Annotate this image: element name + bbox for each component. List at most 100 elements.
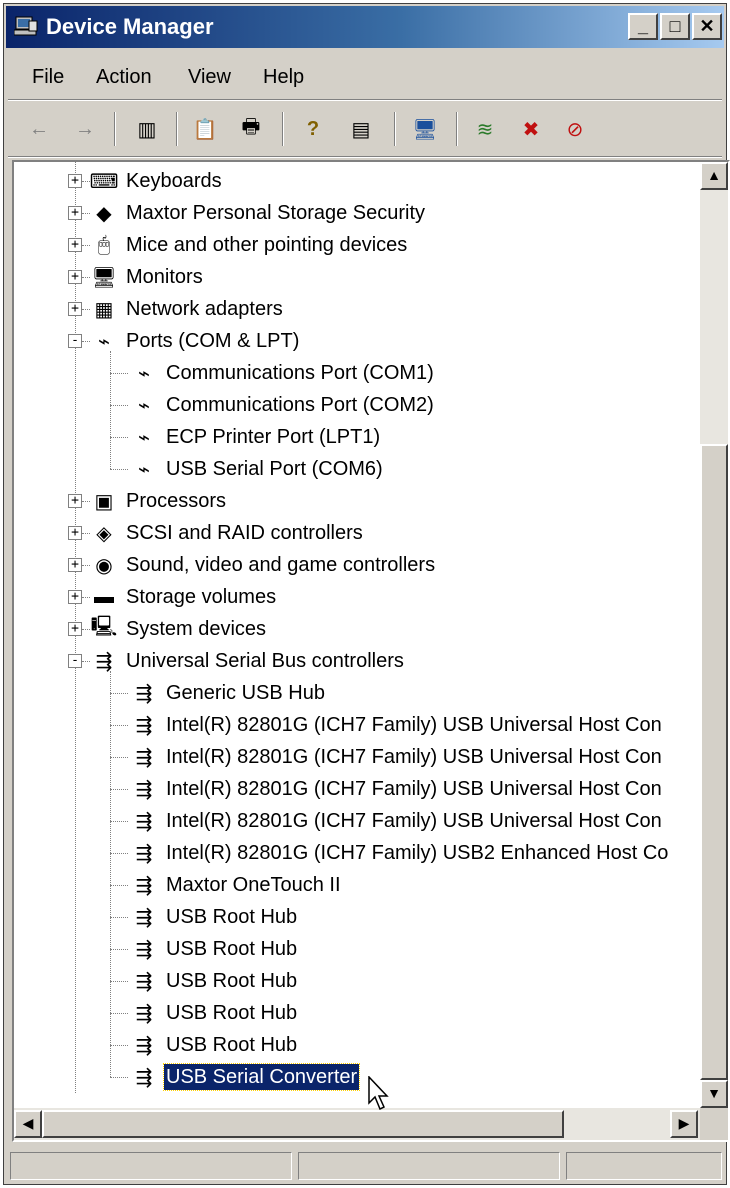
tree-device[interactable]: ⇶ Generic USB Hub — [128, 677, 327, 709]
tree-device[interactable]: ⇶ Intel(R) 82801G (ICH7 Family) USB Unive… — [128, 805, 664, 837]
tree-item-label: Universal Serial Bus controllers — [126, 650, 404, 672]
scan-hardware-icon[interactable]: 🖥 — [408, 112, 442, 146]
status-bar — [6, 1148, 724, 1182]
forward-icon[interactable]: → — [68, 112, 102, 146]
mouse-icon: 🖱 — [98, 233, 110, 256]
tree-category[interactable]: ⇶ Universal Serial Bus controllers — [88, 645, 406, 677]
print-icon[interactable]: 🖶 — [234, 112, 268, 146]
properties-icon[interactable]: 📋 — [188, 112, 222, 146]
tree-item-label: USB Root Hub — [166, 1034, 298, 1056]
tree-item-label: Ports (COM & LPT) — [126, 330, 300, 352]
tree-device[interactable]: ⇶ USB Root Hub — [128, 997, 299, 1029]
scroll-right-button[interactable]: ▶ — [670, 1110, 698, 1138]
toolbar-separator — [114, 112, 116, 146]
tree-connector — [110, 757, 128, 758]
tree-category[interactable]: 🖥 Monitors — [88, 261, 205, 293]
tree-connector — [110, 725, 128, 726]
disable-icon[interactable]: ⊘ — [558, 112, 592, 146]
menu-help[interactable]: Help — [263, 64, 304, 90]
menu-action[interactable]: Action — [96, 64, 152, 90]
update-driver-icon[interactable]: ≋ — [468, 112, 502, 146]
horizontal-scroll-thumb[interactable] — [42, 1110, 564, 1138]
tree-device[interactable]: ⌁ ECP Printer Port (LPT1) — [128, 421, 382, 453]
usb-icon: ⇶ — [135, 746, 153, 769]
tree-device[interactable]: ⌁ Communications Port (COM1) — [128, 357, 436, 389]
expand-toggle[interactable]: + — [68, 526, 82, 540]
tree-category[interactable]: ⌨ Keyboards — [88, 165, 224, 197]
tree-category[interactable]: ▦ Network adapters — [88, 293, 285, 325]
tree-device[interactable]: ⇶ Maxtor OneTouch II — [128, 869, 343, 901]
device-tree[interactable]: ⌨ Keyboards + ◆ Maxtor Personal Storage Secu… — [12, 160, 730, 1142]
expand-toggle[interactable]: + — [68, 270, 82, 284]
vertical-scrollbar[interactable]: ▲ ▼ — [700, 162, 728, 1108]
tree-connector — [110, 949, 128, 950]
tree-connector — [110, 351, 111, 469]
tree-category[interactable]: ⌁ Ports (COM & LPT) — [88, 325, 301, 357]
port-icon: ⌁ — [137, 426, 151, 449]
tree-item-label: Generic USB Hub — [166, 682, 325, 704]
expand-toggle[interactable]: + — [68, 558, 82, 572]
tree-device[interactable]: ⌁ Communications Port (COM2) — [128, 389, 436, 421]
tree-connector — [110, 1077, 128, 1078]
processor-icon: ▣ — [94, 490, 114, 513]
tree-device[interactable]: ⇶ USB Serial Converter — [128, 1061, 361, 1093]
scroll-up-button[interactable]: ▲ — [700, 162, 728, 190]
maximize-button[interactable]: □ — [660, 13, 690, 40]
tree-category[interactable]: ◈ SCSI and RAID controllers — [88, 517, 365, 549]
uninstall-icon[interactable]: ✖ — [514, 112, 548, 146]
tree-device[interactable]: ⇶ Intel(R) 82801G (ICH7 Family) USB2 Enha… — [128, 837, 670, 869]
expand-toggle[interactable]: + — [68, 622, 82, 636]
port-icon: ⌁ — [137, 394, 151, 417]
scroll-left-button[interactable]: ◀ — [14, 1110, 42, 1138]
scroll-down-button[interactable]: ▼ — [700, 1080, 728, 1108]
tree-device[interactable]: ⇶ Intel(R) 82801G (ICH7 Family) USB Unive… — [128, 709, 664, 741]
tree-item-label: Sound, video and game controllers — [126, 554, 436, 576]
tree-category[interactable]: 🖱 Mice and other pointing devices — [88, 229, 409, 261]
tree-device[interactable]: ⇶ USB Root Hub — [128, 1029, 299, 1061]
title-bar[interactable]: Device Manager _ □ ✕ — [6, 6, 724, 48]
tree-device[interactable]: ⇶ USB Root Hub — [128, 901, 299, 933]
tree-device[interactable]: ⇶ USB Root Hub — [128, 933, 299, 965]
close-button[interactable]: ✕ — [692, 13, 722, 40]
show-hide-console-tree-icon[interactable]: ▥ — [130, 112, 164, 146]
tree-category[interactable]: 🖳 System devices — [88, 613, 268, 645]
tree-device[interactable]: ⌁ USB Serial Port (COM6) — [128, 453, 385, 485]
back-icon[interactable]: ← — [22, 112, 56, 146]
expand-toggle[interactable]: + — [68, 174, 82, 188]
expand-toggle[interactable]: + — [68, 238, 82, 252]
tree-item-label: Keyboards — [126, 170, 222, 192]
horizontal-scrollbar[interactable]: ◀ ▶ — [14, 1108, 700, 1140]
tree-category[interactable]: ▬ Storage volumes — [88, 581, 278, 613]
expand-toggle[interactable]: + — [68, 494, 82, 508]
tree-category[interactable]: ◆ Maxtor Personal Storage Security — [88, 197, 427, 229]
expand-toggle[interactable]: + — [68, 206, 82, 220]
menu-file[interactable]: File — [32, 64, 64, 90]
menu-separator — [8, 99, 722, 101]
usb-icon: ⇶ — [135, 938, 153, 961]
tree-item-label: Processors — [126, 490, 227, 512]
status-panel-1 — [10, 1152, 292, 1180]
collapse-toggle[interactable]: - — [68, 334, 82, 348]
tree-connector — [110, 885, 128, 886]
tree-item-label: Intel(R) 82801G (ICH7 Family) USB Univer… — [166, 778, 662, 800]
tree-connector — [110, 853, 128, 854]
usb-icon: ⇶ — [135, 778, 153, 801]
expand-toggle[interactable]: + — [68, 590, 82, 604]
tree-category[interactable]: ▣ Processors — [88, 485, 228, 517]
tree-device[interactable]: ⇶ Intel(R) 82801G (ICH7 Family) USB Unive… — [128, 773, 664, 805]
collapse-toggle[interactable]: - — [68, 654, 82, 668]
tree-category[interactable]: ◉ Sound, video and game controllers — [88, 549, 437, 581]
minimize-button[interactable]: _ — [628, 13, 658, 40]
menu-view[interactable]: View — [188, 64, 231, 90]
tree-device[interactable]: ⇶ Intel(R) 82801G (ICH7 Family) USB Unive… — [128, 741, 664, 773]
expand-toggle[interactable]: + — [68, 302, 82, 316]
tree-device[interactable]: ⇶ USB Root Hub — [128, 965, 299, 997]
tree-item-label: Monitors — [126, 266, 203, 288]
tree-connector — [110, 1045, 128, 1046]
network-adapter-icon: ▦ — [94, 298, 114, 321]
help-icon[interactable]: ? — [296, 112, 330, 146]
show-hide-action-pane-icon[interactable]: ▤ — [344, 112, 378, 146]
vertical-scroll-thumb[interactable] — [700, 444, 728, 1080]
tree-item-label: USB Root Hub — [166, 906, 298, 928]
tree-item-label: USB Root Hub — [166, 1002, 298, 1024]
